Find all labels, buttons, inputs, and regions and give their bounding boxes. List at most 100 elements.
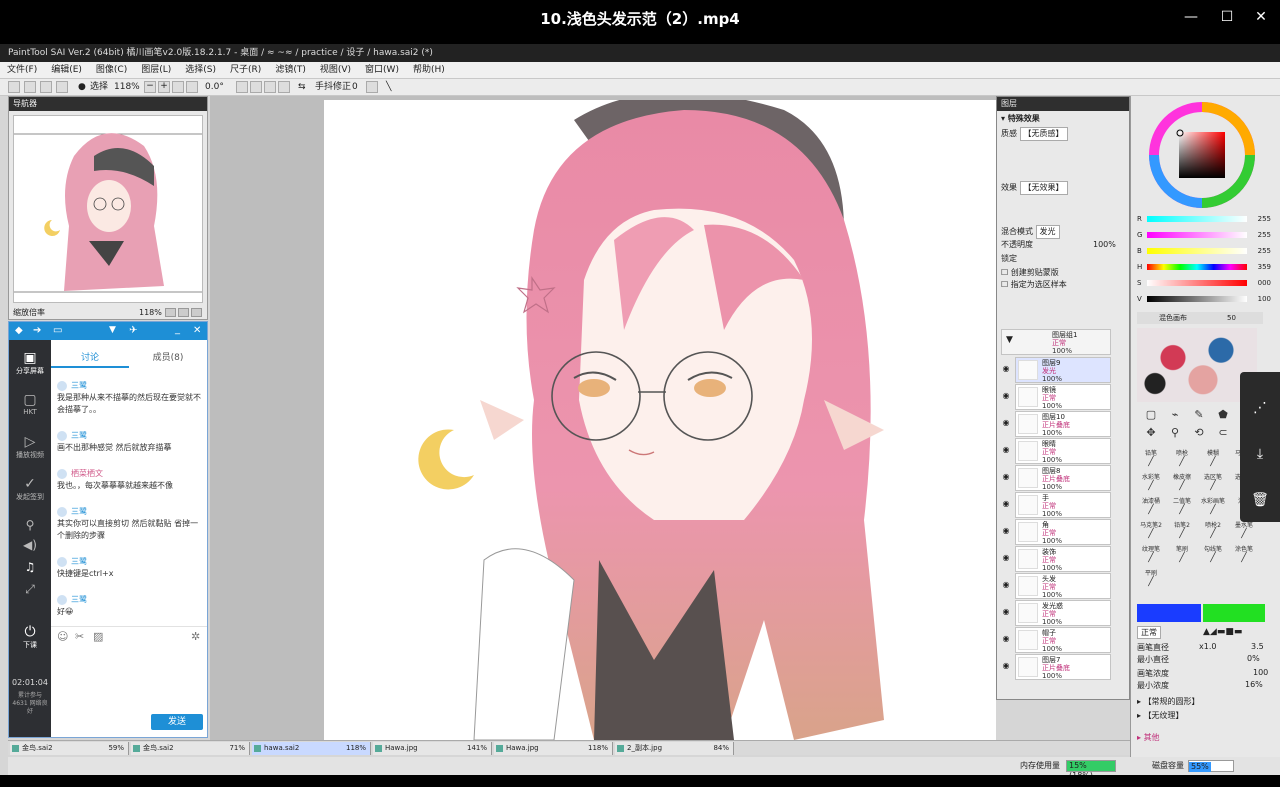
brush-tool[interactable]: 涂色笔 ╱ [1230,544,1258,564]
brush-size-value[interactable]: 3.5 [1251,642,1264,651]
view-toggle-2[interactable] [24,81,36,93]
layer-item[interactable]: ◉ 眼镜 正常 100% [1003,384,1111,410]
brush-tool[interactable]: 勾线笔 ╱ [1199,544,1227,564]
image-icon[interactable]: ▨ [93,630,103,643]
minimize-button[interactable]: — [1180,8,1202,26]
maximize-button[interactable]: ☐ [1216,8,1238,26]
color-slider-b[interactable]: B 255 [1137,246,1271,256]
eye-icon[interactable]: ● [78,79,86,96]
slider-track[interactable] [1147,232,1247,238]
color-slider-h[interactable]: H 359 [1137,262,1271,272]
brush-tool[interactable]: 油漆桶 ╱ [1137,496,1165,516]
scissors-icon[interactable]: ✂ [75,630,84,643]
document-tab[interactable]: Hawa.jpg 118% [494,742,613,755]
brush-tool[interactable]: 二值笔 ╱ [1168,496,1196,516]
brush-tool[interactable]: 铅笔2 ╱ [1168,520,1196,540]
trash-icon[interactable]: 🗑 [1250,490,1270,510]
document-tab[interactable]: 2_副本.jpg 84% [615,742,734,755]
layer-item[interactable]: ◉ 眼睛 正常 100% [1003,438,1111,464]
download-icon[interactable]: ⤓ [1250,444,1270,464]
layer-item[interactable]: ◉ 头发 正常 100% [1003,573,1111,599]
eye-icon[interactable]: ◉ [1000,661,1012,673]
rotate-left-button[interactable] [236,81,248,93]
zoom-value[interactable]: 118% [114,79,140,96]
slider-value[interactable]: 255 [1247,246,1271,256]
eye-icon[interactable]: ◉ [1000,445,1012,457]
effects-header[interactable]: ▾ 特殊效果 [1001,113,1125,125]
drawing-canvas[interactable] [324,100,996,740]
eye-icon[interactable]: ◉ [1000,580,1012,592]
brush-tool[interactable]: 选区笔 ╱ [1199,472,1227,492]
density-value[interactable]: 100 [1253,668,1268,677]
emoji-icon[interactable]: ☺ [57,630,68,643]
menu-filter[interactable]: 滤镜(T) [268,62,313,79]
opacity-value[interactable]: 100% [1093,239,1116,251]
flip-icon[interactable]: ⇆ [298,79,306,96]
zoom-in-button[interactable]: + [158,81,170,93]
layer-item[interactable]: ◉ 图层7 正片叠底 100% [1003,654,1111,680]
menu-ruler[interactable]: 尺子(R) [223,62,268,79]
layer-item[interactable]: ◉ 装饰 正常 100% [1003,546,1111,572]
menu-layer[interactable]: 图层(L) [134,62,178,79]
share-screen-button[interactable]: ▣ 分享屏幕 [11,350,49,376]
layer-item[interactable]: ◉ 图层9 发光 100% [1003,357,1111,383]
flip-button[interactable] [278,81,290,93]
slider-value[interactable]: 255 [1247,214,1271,224]
stabilizer-value[interactable]: 0 [352,79,358,96]
slider-track[interactable] [1147,216,1247,222]
brush-texture-row[interactable]: ▸ 【无纹理】 [1137,710,1267,722]
pin-icon[interactable]: ✈ [129,325,137,336]
slider-value[interactable]: 255 [1247,230,1271,240]
menu-edit[interactable]: 编辑(E) [44,62,89,79]
music-icon[interactable]: ♫ [11,560,49,574]
close-button[interactable]: ✕ [1250,8,1272,26]
brush-tool[interactable]: 喷枪2 ╱ [1199,520,1227,540]
angle-value[interactable]: 0.0° [205,79,224,96]
slider-track[interactable] [1147,264,1247,270]
nav-reset-button[interactable] [191,308,202,317]
brush-tool[interactable]: 马克笔2 ╱ [1137,520,1165,540]
brush-tool[interactable]: 笔刷 ╱ [1168,544,1196,564]
brush-mode-select[interactable]: 正常 [1137,626,1161,639]
zoom-reset-button[interactable] [186,81,198,93]
blend-select[interactable]: 发光 [1035,225,1060,239]
effect-select[interactable]: 【无效果】 [1019,181,1068,195]
menu-select[interactable]: 选择(S) [178,62,223,79]
menu-view[interactable]: 视图(V) [313,62,358,79]
end-class-button[interactable]: ⏻ 下课 [11,624,49,650]
minimize-chat-button[interactable]: _ [175,324,180,335]
menu-image[interactable]: 图像(C) [89,62,134,79]
brush-tool[interactable]: 水彩笔 ╱ [1137,472,1165,492]
eye-icon[interactable]: ◉ [1000,634,1012,646]
fullscreen-icon[interactable]: ⤢ [11,582,49,597]
forward-icon[interactable]: ➔ [33,325,41,336]
slider-value[interactable]: 100 [1247,294,1271,304]
color-slider-s[interactable]: S 000 [1137,278,1271,288]
brush-tool[interactable]: 铅笔 ╱ [1137,448,1165,468]
rotate-right-button[interactable] [250,81,262,93]
brush-size-multiplier[interactable]: x1.0 [1199,642,1216,651]
chevron-down-icon[interactable]: ▼ [109,325,116,335]
back-icon[interactable]: ◆ [15,325,23,336]
brush-shape-row[interactable]: ▸ 【常规的圆形】 [1137,696,1267,708]
layer-item[interactable]: ◉ 帽子 正常 100% [1003,627,1111,653]
layer-item[interactable]: ◉ 角正常 100% [1003,519,1111,545]
layer-group[interactable]: ▼ 图层组1 正常 100% [1001,329,1111,355]
brush-tool[interactable]: 平刷 ╱ [1137,568,1165,588]
eye-icon[interactable]: ◉ [1000,526,1012,538]
sign-in-button[interactable]: ✓ 发起签到 [11,476,49,502]
menu-help[interactable]: 帮助(H) [406,62,452,79]
tab-members[interactable]: 成员(8) [129,350,207,363]
layer-item[interactable]: ◉ 手正常 100% [1003,492,1111,518]
color-slider-v[interactable]: V 100 [1137,294,1271,304]
color-slider-r[interactable]: R 255 [1137,214,1271,224]
slider-track[interactable] [1147,280,1247,286]
send-button[interactable]: 发送 [151,714,203,730]
min-size-value[interactable]: 0% [1247,654,1260,663]
layer-item[interactable]: ◉ 图层8 正片叠底 100% [1003,465,1111,491]
color-mixer-canvas[interactable] [1137,328,1257,402]
color-wheel[interactable] [1147,100,1257,210]
layer-item[interactable]: ◉ 发光惑 正常 100% [1003,600,1111,626]
slider-track[interactable] [1147,296,1247,302]
brush-tool[interactable]: 模糊 ╱ [1199,448,1227,468]
